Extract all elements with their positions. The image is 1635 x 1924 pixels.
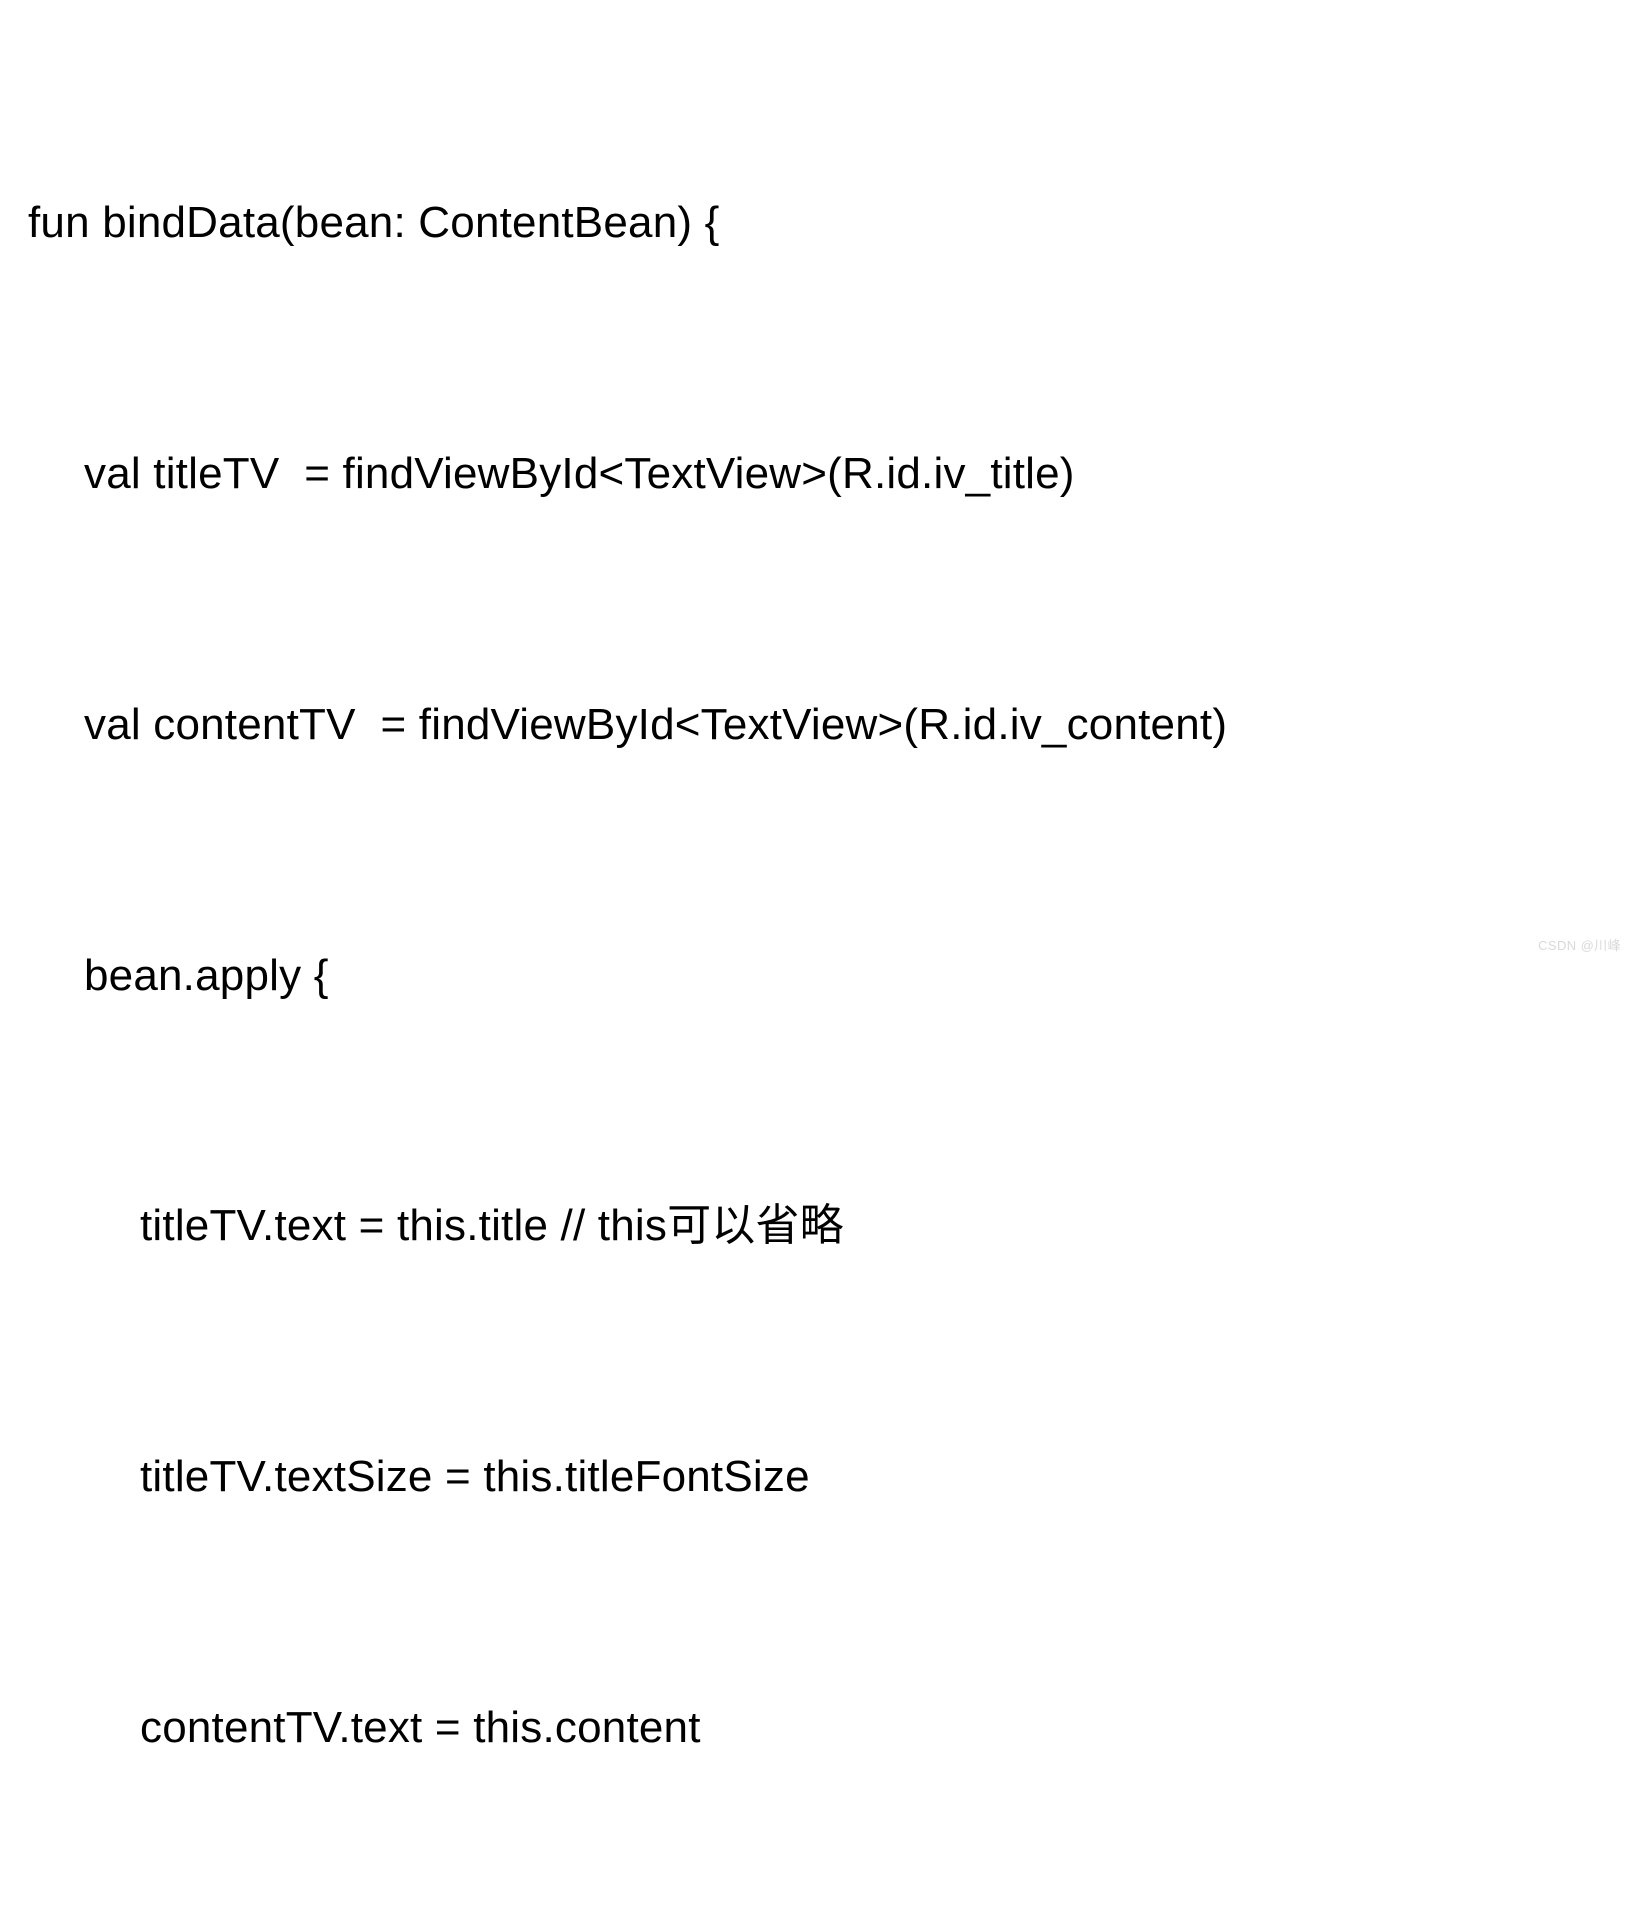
code-line: contentTV.text = this.content (28, 1686, 1607, 1770)
code-line: fun bindData(bean: ContentBean) { (28, 181, 1607, 265)
code-line: val contentTV = findViewById<TextView>(R… (28, 683, 1607, 767)
code-line: bean.apply { (28, 934, 1607, 1018)
code-line: val titleTV = findViewById<TextView>(R.i… (28, 432, 1607, 516)
code-block: fun bindData(bean: ContentBean) { val ti… (0, 0, 1635, 1924)
watermark-label: CSDN @川峰 (1538, 935, 1621, 954)
code-line: titleTV.text = this.title // this可以省略 (28, 1184, 1607, 1268)
code-line: titleTV.textSize = this.titleFontSize (28, 1435, 1607, 1519)
